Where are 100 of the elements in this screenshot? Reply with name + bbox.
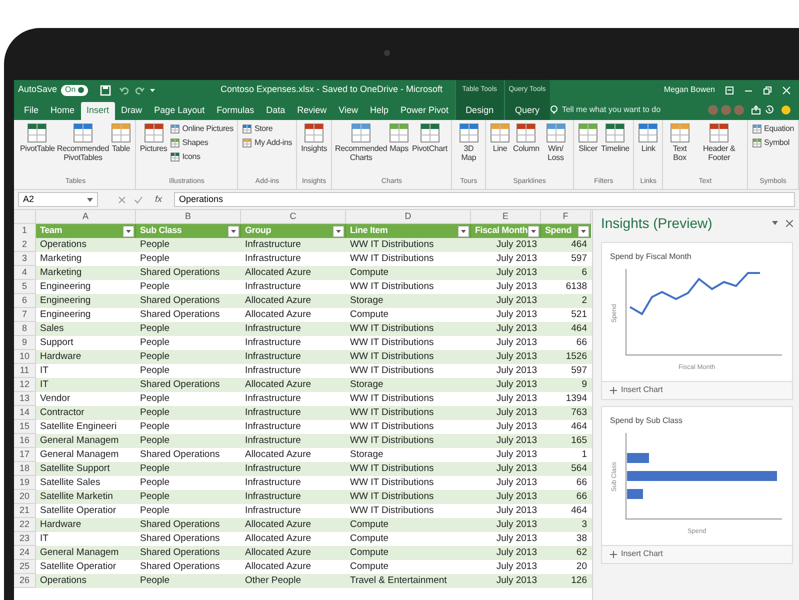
ribbon-tab[interactable]: Data: [260, 102, 292, 120]
ribbon-display-icon[interactable]: [725, 86, 734, 94]
insert-chart-button[interactable]: Insert Chart: [602, 544, 792, 562]
insert-function-button[interactable]: fx: [151, 192, 166, 206]
table-cell-text: People: [139, 252, 171, 266]
row-number[interactable]: 10: [14, 350, 36, 364]
table-cell-text: Infrastructure: [244, 490, 302, 504]
ribbon-button[interactable]: Column: [512, 123, 540, 153]
filter-dropdown-button[interactable]: [123, 226, 134, 236]
ribbon-button[interactable]: Equation: [751, 123, 795, 135]
ribbon-tab[interactable]: Design: [460, 102, 500, 120]
ribbon-button[interactable]: Table: [110, 123, 132, 153]
table-cell-text: Infrastructure: [244, 322, 302, 336]
row-number[interactable]: 17: [14, 448, 36, 462]
ribbon-tab[interactable]: Help: [364, 102, 395, 120]
check-icon[interactable]: [134, 196, 143, 204]
undo-icon[interactable]: [118, 84, 130, 96]
history-icon[interactable]: [764, 105, 774, 115]
row-number[interactable]: 24: [14, 546, 36, 560]
row-number[interactable]: 12: [14, 378, 36, 392]
autosave-toggle[interactable]: On: [61, 84, 88, 96]
ribbon-tab[interactable]: Insert: [80, 102, 116, 120]
ribbon-tab[interactable]: Review: [291, 102, 333, 120]
tell-me-search[interactable]: Tell me what you want to do: [550, 104, 661, 116]
ribbon-button[interactable]: 3D Map: [455, 123, 482, 162]
ribbon-tab[interactable]: Query: [508, 102, 546, 120]
ribbon-button[interactable]: Header & Footer: [694, 123, 744, 162]
ribbon-tab[interactable]: Home: [44, 102, 81, 120]
row-number[interactable]: 26: [14, 574, 36, 588]
ribbon-button[interactable]: Recommended PivotTables: [56, 123, 109, 162]
ribbon-button[interactable]: Line: [489, 123, 512, 153]
ribbon-tab[interactable]: File: [18, 102, 45, 120]
row-number[interactable]: 21: [14, 504, 36, 518]
ribbon-tab[interactable]: Draw: [115, 102, 148, 120]
ribbon-button[interactable]: Timeline: [600, 123, 630, 153]
row-number[interactable]: 1: [14, 224, 36, 238]
ribbon-button[interactable]: Symbol: [751, 137, 795, 149]
ribbon-button[interactable]: Slicer: [577, 123, 600, 153]
row-number[interactable]: 20: [14, 490, 36, 504]
filter-dropdown-button[interactable]: [528, 226, 539, 236]
row-number[interactable]: 19: [14, 476, 36, 490]
close-icon[interactable]: [786, 220, 793, 226]
formula-input[interactable]: Operations: [174, 192, 795, 207]
row-number[interactable]: 5: [14, 280, 36, 294]
ribbon-tab[interactable]: Formulas: [210, 102, 260, 120]
column-header[interactable]: E: [471, 210, 541, 223]
row-number[interactable]: 14: [14, 406, 36, 420]
row-number[interactable]: 25: [14, 560, 36, 574]
insert-chart-button[interactable]: Insert Chart: [602, 380, 792, 399]
ribbon-button[interactable]: Maps: [388, 123, 410, 153]
ribbon-button[interactable]: Online Pictures: [169, 123, 234, 135]
row-number[interactable]: 13: [14, 392, 36, 406]
ribbon-tab[interactable]: View: [332, 102, 364, 120]
ribbon-button[interactable]: My Add-ins: [241, 137, 294, 149]
ribbon-button[interactable]: Recommended Charts: [335, 123, 388, 162]
row-number[interactable]: 18: [14, 462, 36, 476]
caret-icon[interactable]: [772, 221, 778, 225]
row-number[interactable]: 23: [14, 532, 36, 546]
column-header[interactable]: D: [346, 210, 471, 223]
name-box[interactable]: A2: [18, 192, 98, 207]
ribbon-button[interactable]: PivotTable: [19, 123, 56, 153]
ribbon-tab[interactable]: Power Pivot: [394, 102, 455, 120]
ribbon-button[interactable]: Store: [241, 123, 294, 135]
customize-caret-icon[interactable]: [148, 86, 156, 94]
ribbon-button[interactable]: PivotChart: [411, 123, 448, 153]
row-number[interactable]: 22: [14, 518, 36, 532]
cancel-icon[interactable]: [118, 196, 126, 204]
restore-icon[interactable]: [763, 86, 772, 94]
ribbon-button[interactable]: Shapes: [169, 137, 234, 149]
ribbon-button[interactable]: Link: [637, 123, 660, 153]
filter-dropdown-button[interactable]: [458, 226, 469, 236]
ribbon-button[interactable]: Text Box: [666, 123, 694, 162]
column-header[interactable]: B: [136, 210, 241, 223]
chart-title: Spend by Fiscal Month: [610, 251, 692, 263]
row-number[interactable]: 15: [14, 420, 36, 434]
filter-dropdown-button[interactable]: [578, 226, 589, 236]
ribbon-tab[interactable]: Page Layout: [148, 102, 211, 120]
row-number[interactable]: 7: [14, 308, 36, 322]
ribbon-button[interactable]: Icons: [169, 151, 234, 163]
row-number[interactable]: 2: [14, 238, 36, 252]
row-number[interactable]: 9: [14, 336, 36, 350]
save-icon[interactable]: [100, 84, 111, 96]
filter-dropdown-button[interactable]: [333, 226, 344, 236]
ribbon-button[interactable]: Win/ Loss: [541, 123, 570, 162]
row-number[interactable]: 3: [14, 252, 36, 266]
ribbon-button[interactable]: Insights: [300, 123, 328, 153]
row-number[interactable]: 4: [14, 266, 36, 280]
share-icon[interactable]: [751, 105, 761, 115]
row-number[interactable]: 6: [14, 294, 36, 308]
column-header[interactable]: F: [541, 210, 591, 223]
column-header[interactable]: A: [36, 210, 136, 223]
table-cell-text: 66: [575, 336, 588, 350]
filter-dropdown-button[interactable]: [228, 226, 239, 236]
row-number[interactable]: 16: [14, 434, 36, 448]
ribbon-button[interactable]: Pictures: [138, 123, 168, 153]
row-number[interactable]: 8: [14, 322, 36, 336]
row-number[interactable]: 11: [14, 364, 36, 378]
sheet-icon: [170, 152, 180, 162]
redo-icon[interactable]: [134, 84, 145, 96]
column-header[interactable]: C: [241, 210, 346, 223]
